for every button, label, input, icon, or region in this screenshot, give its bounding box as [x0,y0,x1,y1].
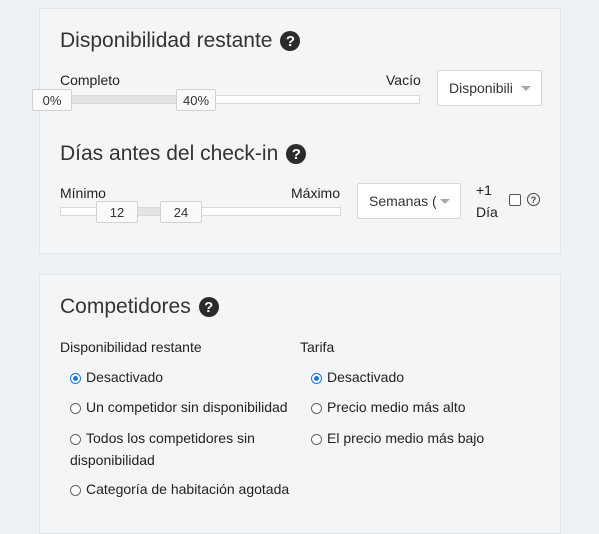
radio-label: Categoría de habitación agotada [86,481,290,497]
days-max-label: Máximo [291,185,341,201]
availability-panel: Disponibilidad restante ? Completo Vacío… [32,8,561,254]
days-max-handle[interactable]: 24 [160,201,202,223]
days-unit-select[interactable]: Semanas ( [357,183,461,219]
availability-heading: Disponibilidad restante ? [60,29,301,53]
radio-button[interactable] [311,434,322,445]
availability-select[interactable]: Disponibili [437,70,542,106]
days-before-heading: Días antes del check-in ? [60,142,307,166]
plus-day-label-line2: Día [476,204,498,220]
competitor-availability-label: Disponibilidad restante [60,339,202,355]
days-unit-select-value: Semanas ( [369,193,436,209]
radio-rate-off[interactable]: Desactivado [311,369,405,388]
plus-day-label-line1: +1 [476,182,492,198]
days-before-title: Días antes del check-in [60,142,279,165]
radio-label: Un competidor sin disponibilidad [86,399,288,415]
radio-button[interactable] [70,373,81,384]
competitors-panel: Competidores ? Disponibilidad restante T… [39,274,561,534]
competitors-help-icon[interactable]: ? [198,297,219,317]
days-min-label: Mínimo [60,185,106,201]
availability-right-label: Vacío [386,72,421,88]
availability-min-handle[interactable]: 0% [32,89,72,111]
rate-label: Tarifa [300,339,335,355]
radio-availability-room-sold-out[interactable]: Categoría de habitación agotada [70,481,290,500]
radio-availability-off[interactable]: Desactivado [70,369,164,388]
availability-title: Disponibilidad restante [60,29,273,52]
chevron-down-icon [521,85,531,91]
radio-label: Desactivado [86,369,164,385]
availability-max-handle[interactable]: 40% [176,89,216,111]
radio-button[interactable] [70,434,81,445]
radio-label: Desactivado [327,369,405,385]
availability-left-label: Completo [60,72,120,88]
radio-rate-lowest[interactable]: El precio medio más bajo [311,430,485,449]
radio-button[interactable] [70,403,81,414]
radio-button[interactable] [311,373,322,384]
competitors-title: Competidores [60,295,191,318]
availability-select-value: Disponibili [449,80,513,96]
radio-availability-all-competitors[interactable]: Todos los competidores sin [70,430,255,449]
radio-label: Precio medio más alto [327,399,466,415]
availability-slider-track[interactable] [60,95,420,104]
chevron-down-icon [440,198,450,204]
radio-button[interactable] [70,485,81,496]
radio-label: El precio medio más bajo [327,430,485,446]
competitors-heading: Competidores ? [60,295,219,319]
plus-day-checkbox[interactable] [509,194,521,206]
availability-help-icon[interactable]: ? [280,31,301,51]
radio-rate-highest[interactable]: Precio medio más alto [311,399,466,418]
radio-label: Todos los competidores sin [86,430,255,446]
days-before-help-icon[interactable]: ? [286,144,307,164]
plus-day-help-icon[interactable]: ? [527,193,540,206]
radio-availability-one-competitor[interactable]: Un competidor sin disponibilidad [70,399,288,418]
days-min-handle[interactable]: 12 [96,201,138,223]
radio-label-continuation: disponibilidad [70,452,155,468]
radio-button[interactable] [311,403,322,414]
